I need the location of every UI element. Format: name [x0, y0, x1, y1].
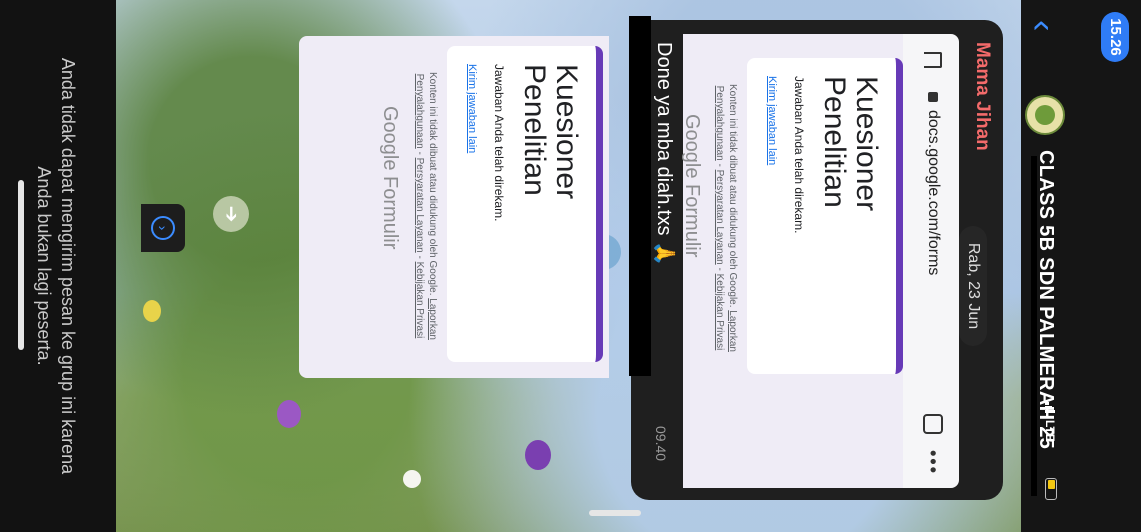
flower-decoration: [525, 440, 551, 470]
form-card: Kuesioner Penelitian Jawaban Anda telah …: [447, 46, 603, 362]
preview-url[interactable]: docs.google.com/forms: [924, 110, 942, 275]
chevron-left-icon[interactable]: ‹: [1024, 20, 1062, 31]
message-bubble[interactable]: Mama Jihan Rab, 23 Jun docs.google.com/f…: [631, 20, 1003, 500]
privacy-link[interactable]: Kebijakan Privasi: [414, 262, 425, 339]
message-time: 09.40: [653, 426, 669, 462]
form-disclaimer: Konten ini tidak dibuat atau didukung ol…: [714, 84, 738, 352]
chat-header: 15.26 ‹ CLASS 5B SDN PALMERAH 25 LTE: [1021, 0, 1141, 532]
redaction-bar: [1031, 156, 1037, 496]
form-preview[interactable]: Kuesioner Penelitian Jawaban Anda telah …: [681, 34, 903, 488]
form-title: Kuesioner Penelitian: [818, 76, 883, 212]
scroll-down-button[interactable]: ›: [141, 204, 185, 252]
flower-decoration: [143, 300, 161, 322]
terms-link[interactable]: Persyaratan Layanan: [414, 158, 425, 253]
submit-another-link[interactable]: Kirim jawaban lain: [466, 64, 478, 153]
form-confirmation: Jawaban Anda telah direkam.: [792, 76, 806, 234]
date-badge: Rab, 23 Jun: [959, 226, 987, 346]
share-icon[interactable]: [924, 52, 942, 68]
group-avatar[interactable]: [1025, 95, 1065, 135]
message-text: Done ya mba diah.txs 🙏: [653, 42, 675, 266]
form-disclaimer: Konten ini tidak dibuat atau didukung ol…: [414, 72, 438, 340]
not-participant-notice: Anda tidak dapat mengirim pesan ke grup …: [34, 57, 78, 475]
link-preview-address-bar[interactable]: docs.google.com/forms •••: [903, 34, 959, 488]
form-card: Kuesioner Penelitian Jawaban Anda telah …: [747, 58, 903, 374]
avatar-emblem: [1035, 105, 1055, 125]
lock-icon: [928, 92, 938, 102]
privacy-link[interactable]: Kebijakan Privasi: [714, 274, 725, 351]
terms-link[interactable]: Persyaratan Layanan: [714, 170, 725, 265]
status-time: 15.26: [1101, 12, 1129, 62]
forward-icon[interactable]: ➔: [213, 196, 249, 232]
google-forms-logo: Google Formulir: [681, 114, 703, 258]
flower-decoration: [277, 400, 301, 428]
scroll-down-icon: ›: [151, 216, 175, 240]
rotated-screen: 15.26 ‹ CLASS 5B SDN PALMERAH 25 LTE Mam…: [0, 0, 1141, 532]
disclaimer-text: Konten ini tidak dibuat atau didukung ol…: [427, 72, 438, 299]
battery-icon: [1045, 478, 1057, 500]
screen: 15.26 ‹ CLASS 5B SDN PALMERAH 25 LTE Mam…: [0, 0, 1141, 532]
redaction-bar: [629, 16, 651, 376]
form-title: Kuesioner Penelitian: [518, 64, 583, 200]
network-label: LTE: [1043, 420, 1057, 442]
form-preview[interactable]: Kuesioner Penelitian Jawaban Anda telah …: [299, 36, 609, 378]
disclaimer-text: Konten ini tidak dibuat atau didukung ol…: [727, 84, 738, 311]
signal-icon: [1045, 402, 1055, 416]
form-confirmation: Jawaban Anda telah direkam.: [492, 64, 506, 222]
composer-area: Anda tidak dapat mengirim pesan ke grup …: [0, 0, 116, 532]
submit-another-link[interactable]: Kirim jawaban lain: [766, 76, 778, 165]
sender-name[interactable]: Mama Jihan: [971, 42, 993, 151]
tabs-icon[interactable]: [923, 414, 943, 434]
google-forms-logo: Google Formulir: [379, 106, 401, 250]
home-indicator[interactable]: [18, 180, 24, 350]
more-icon[interactable]: •••: [922, 450, 943, 475]
flower-decoration: [403, 470, 421, 488]
scroll-indicator[interactable]: [589, 510, 641, 516]
